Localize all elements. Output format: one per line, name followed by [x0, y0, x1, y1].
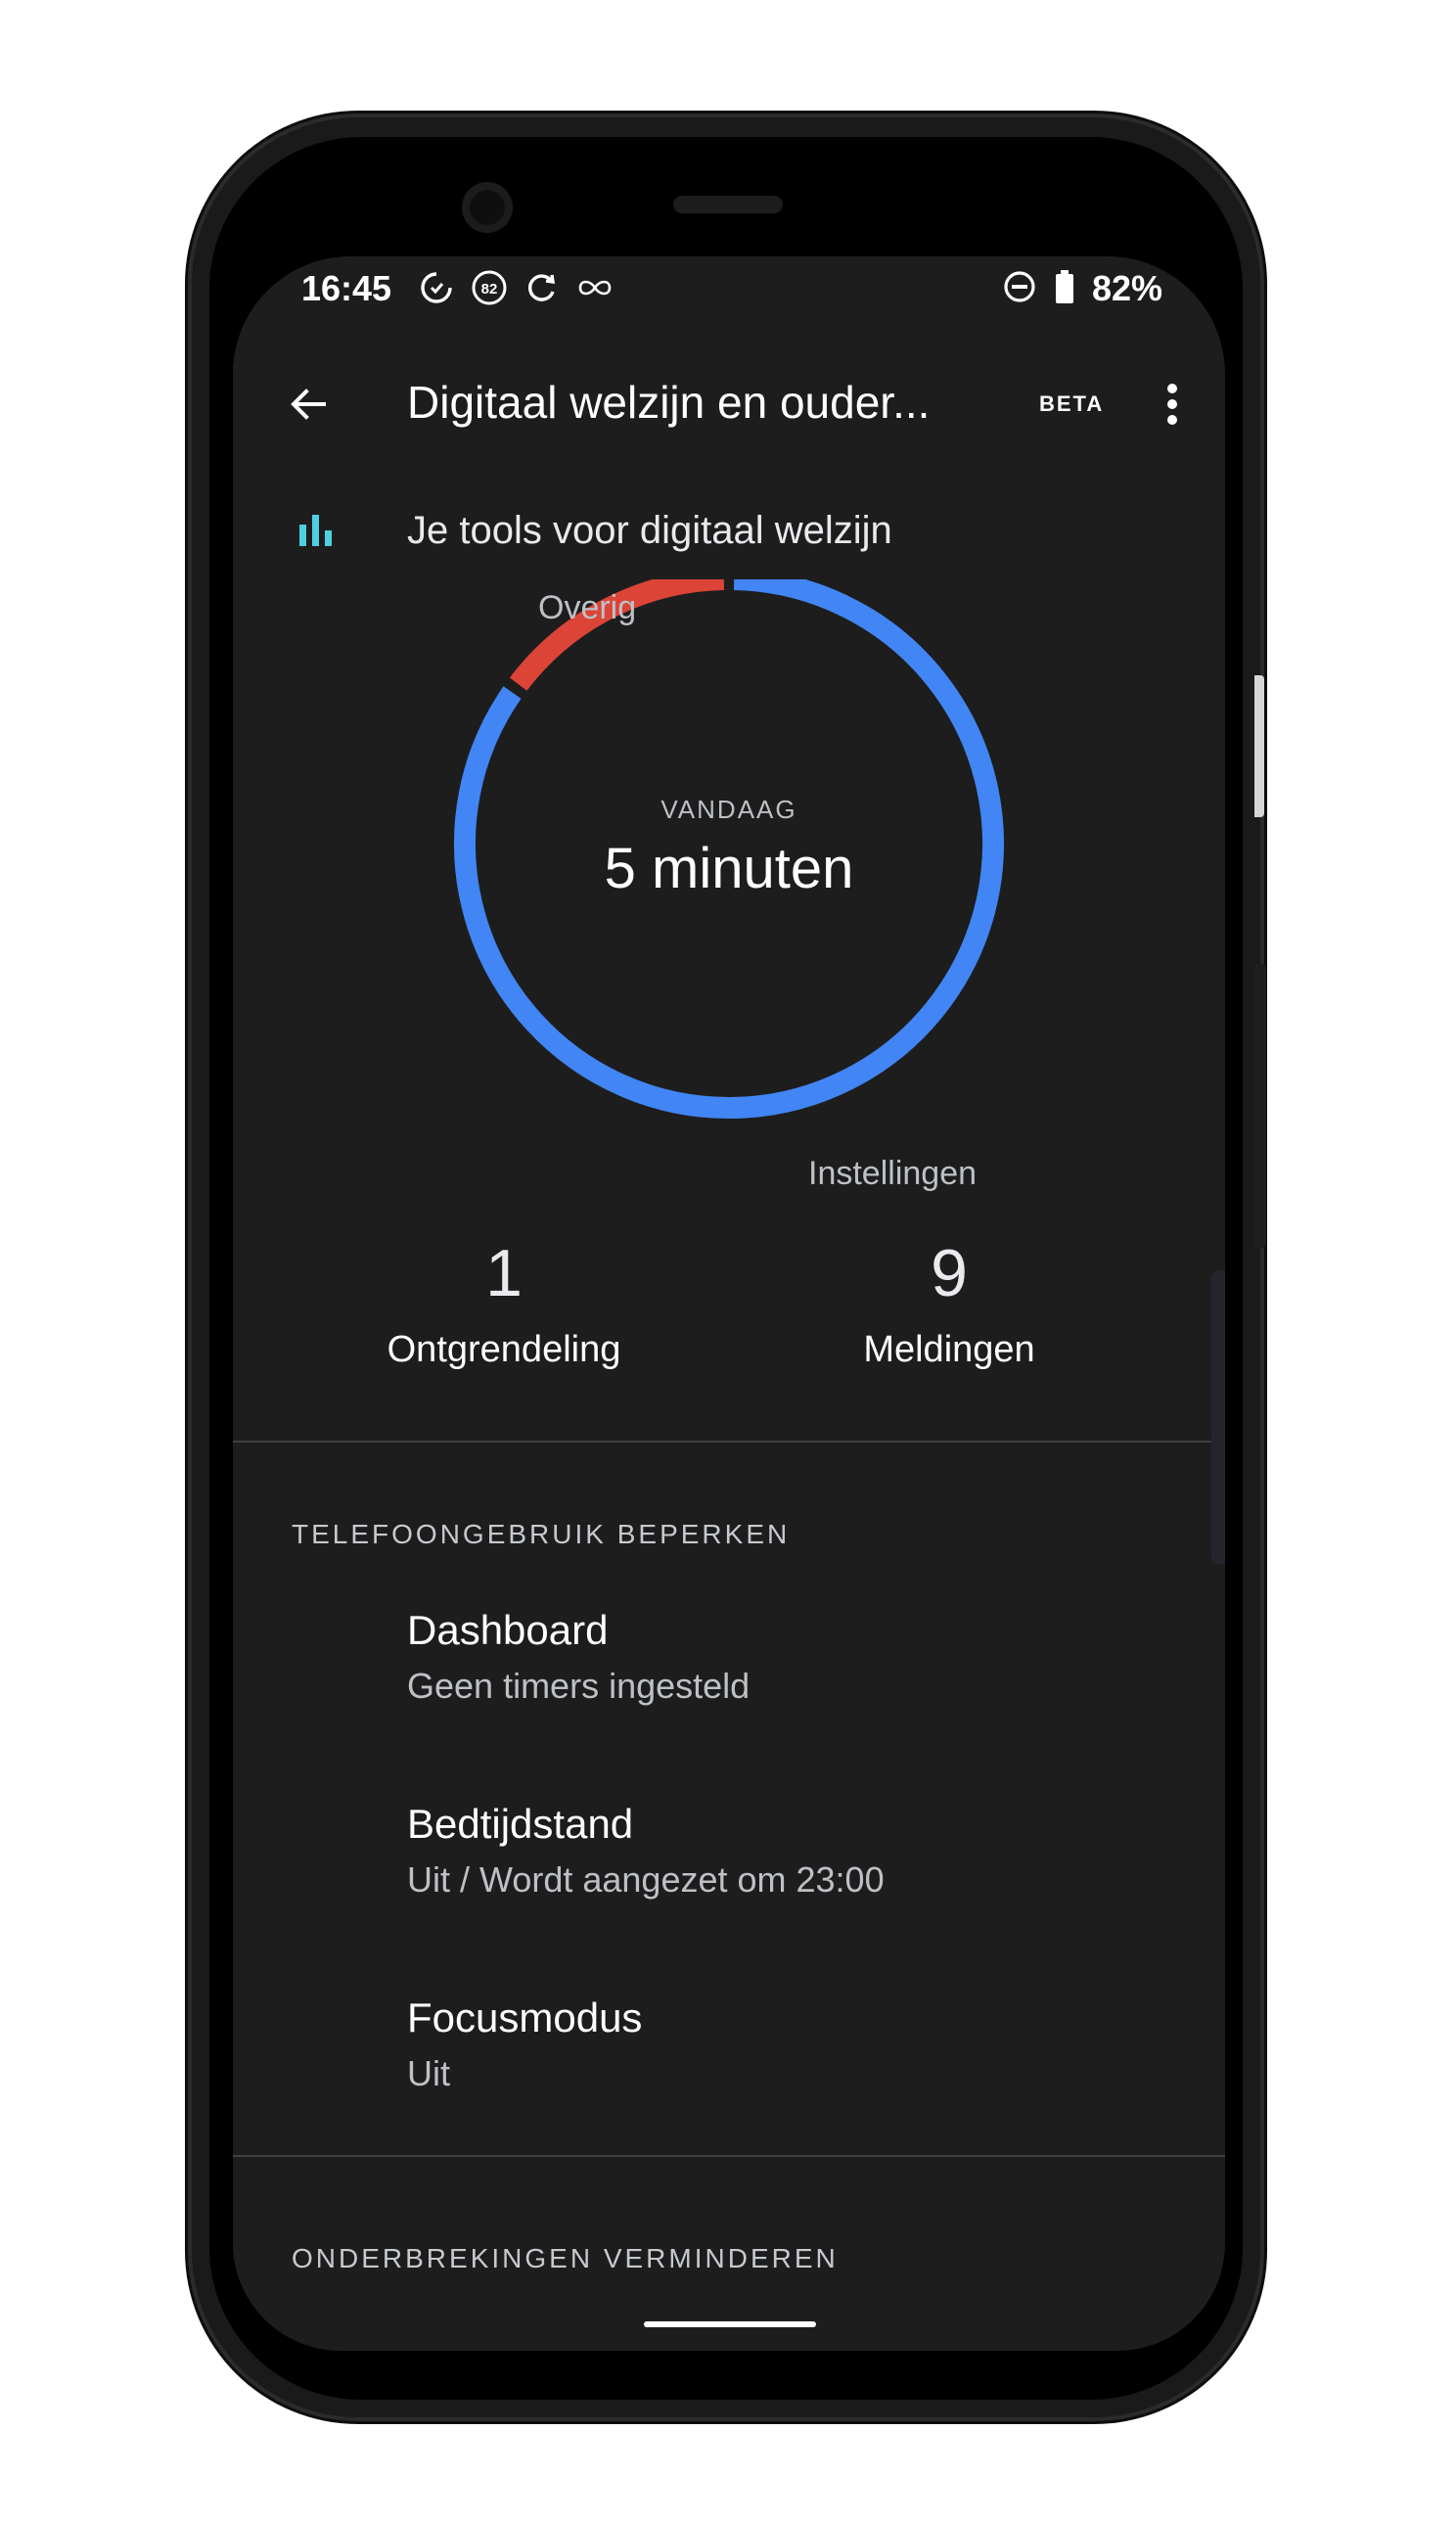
screen: 16:45 82 82% Digitaal welzijn en ouder..…	[233, 256, 1225, 2351]
arrow-left-icon	[291, 389, 326, 420]
sync-icon	[523, 268, 562, 307]
notifications-value: 9	[931, 1236, 968, 1310]
unlocks-value: 1	[485, 1236, 523, 1310]
earpiece-speaker	[673, 196, 783, 213]
donut-total-time: 5 minuten	[604, 837, 854, 900]
item-title: Focusmodus	[407, 1995, 643, 2041]
donut-caption: VANDAAG	[660, 795, 797, 824]
item-title: Bedtijdstand	[407, 1801, 634, 1847]
status-system-icons: 82%	[1002, 268, 1162, 309]
divider	[233, 1441, 1225, 1443]
badge-count-icon: 82	[470, 268, 509, 307]
back-button[interactable]	[274, 370, 342, 438]
app-toolbar: Digitaal welzijn en ouder... BETA	[233, 350, 1225, 458]
usage-donut-svg	[454, 579, 1004, 1119]
unlocks-label: Ontgrendeling	[387, 1329, 621, 1370]
item-subtitle: Uit / Wordt aangezet om 23:00	[407, 1859, 885, 1900]
volume-button	[1254, 964, 1266, 1248]
list-item-focus-mode[interactable]: Focusmodus Uit	[407, 1995, 1170, 2094]
tools-title: Je tools voor digitaal welzijn	[407, 509, 892, 552]
front-camera	[462, 182, 513, 233]
beta-badge: BETA	[1039, 391, 1105, 416]
item-title: Dashboard	[407, 1607, 609, 1653]
battery-percentage: 82%	[1091, 268, 1162, 308]
segment-label-instellingen: Instellingen	[808, 1155, 978, 1192]
status-notification-icons: 82	[417, 268, 614, 307]
edge-panel-handle[interactable]	[1211, 1270, 1225, 1564]
item-subtitle: Geen timers ingesteld	[407, 1666, 751, 1706]
status-time: 16:45	[301, 268, 392, 308]
power-button	[1254, 675, 1264, 817]
data-saver-icon	[417, 268, 456, 307]
section-header-limit: TELEFOONGEBRUIK BEPERKEN	[292, 1519, 791, 1549]
unlocks-stat[interactable]: 1 Ontgrendeling	[308, 1235, 700, 1371]
list-item-dashboard[interactable]: Dashboard Geen timers ingesteld	[407, 1607, 1170, 1707]
page-title: Digitaal welzijn en ouder...	[407, 377, 931, 428]
tools-header[interactable]: Je tools voor digitaal welzijn	[233, 491, 1225, 570]
badge-count-text: 82	[481, 281, 498, 298]
more-vert-icon	[1167, 384, 1177, 425]
do-not-disturb-icon	[1002, 269, 1037, 309]
more-options-button[interactable]	[1143, 370, 1202, 438]
segment-label-overig: Overig	[538, 589, 637, 626]
usage-chart[interactable]: Overig Instellingen VANDAAG 5 minuten	[233, 579, 1225, 1225]
bar-chart-icon	[297, 513, 335, 551]
gesture-nav-handle[interactable]	[644, 2321, 816, 2327]
status-bar: 16:45 82 82%	[233, 256, 1225, 325]
section-header-interruptions: ONDERBREKINGEN VERMINDEREN	[292, 2243, 839, 2273]
divider	[233, 2155, 1225, 2157]
notifications-label: Meldingen	[863, 1329, 1035, 1370]
infinity-icon	[575, 268, 614, 307]
battery-icon	[1055, 269, 1074, 309]
list-item-bedtime[interactable]: Bedtijdstand Uit / Wordt aangezet om 23:…	[407, 1801, 1170, 1901]
item-subtitle: Uit	[407, 2053, 450, 2093]
usage-stats: 1 Ontgrendeling 9 Meldingen	[233, 1235, 1225, 1411]
notifications-stat[interactable]: 9 Meldingen	[753, 1235, 1145, 1371]
